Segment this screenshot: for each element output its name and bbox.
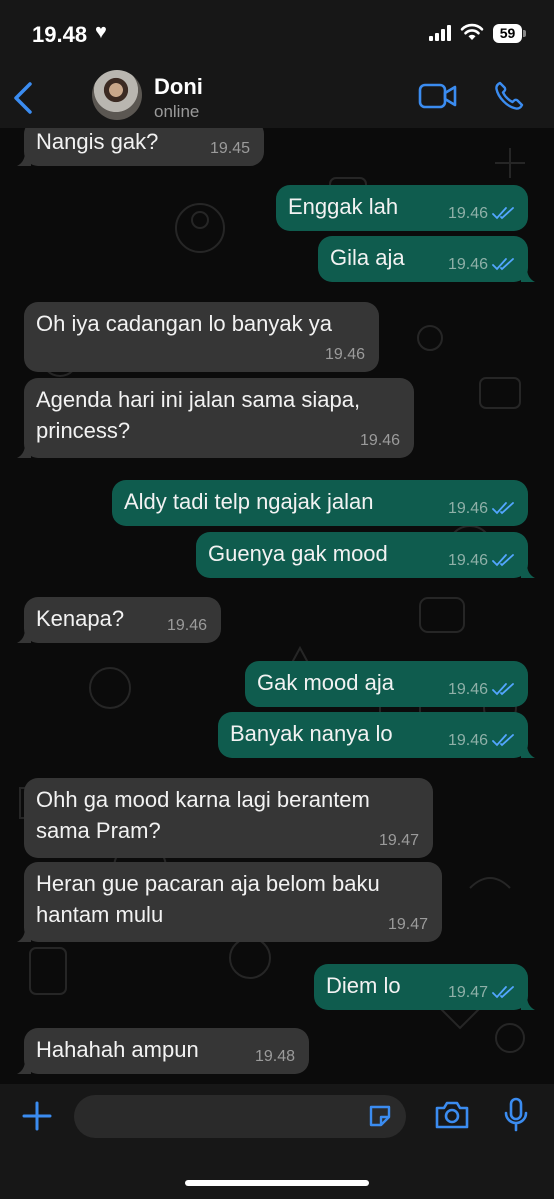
message-time: 19.46: [447, 500, 488, 517]
message-line: Guenya gak mood: [208, 541, 388, 566]
incoming-message[interactable]: Hahahah ampun 19.48: [17, 1028, 309, 1074]
message-text: Gila aja: [330, 242, 405, 273]
incoming-message[interactable]: Agenda hari ini jalan sama siapa, princes…: [17, 378, 414, 458]
message-line: Ohh ga mood karna lagi berantem: [36, 787, 370, 812]
contact-status: online: [154, 102, 200, 121]
bubble-tail: [17, 444, 31, 458]
message-text: Guenya gak mood: [208, 538, 388, 569]
outgoing-message[interactable]: Gila aja 19.46: [318, 236, 535, 282]
message-text: Gak mood aja: [257, 667, 394, 698]
message-line: Heran gue pacaran aja belom baku: [36, 871, 380, 896]
message-time: 19.47: [447, 984, 488, 1001]
status-bar: 19.48 ♥ 59: [0, 0, 554, 70]
double-check-icon: [492, 502, 514, 515]
phone-icon[interactable]: [493, 80, 525, 112]
message-time: 19.46: [324, 346, 365, 363]
message-line: Enggak lah: [288, 194, 399, 219]
message-time: 19.47: [378, 832, 419, 849]
incoming-message[interactable]: Ohh ga mood karna lagi berantem sama Pram…: [24, 778, 433, 858]
bubble-tail: [521, 268, 535, 282]
wifi-icon: [460, 23, 484, 40]
message-text: Kenapa?: [36, 603, 124, 634]
double-check-icon: [492, 734, 514, 747]
sticker-icon[interactable]: [367, 1103, 393, 1129]
message-text: Ohh ga mood karna lagi berantem sama Pram…: [36, 784, 370, 846]
message-line: Banyak nanya lo: [230, 721, 393, 746]
avatar[interactable]: [92, 70, 142, 120]
chevron-left-icon[interactable]: [10, 80, 38, 116]
message-time: 19.46: [447, 256, 488, 273]
outgoing-message[interactable]: Diem lo 19.47: [314, 964, 535, 1010]
bubble-tail: [521, 996, 535, 1010]
chat-header: Doni online: [0, 70, 554, 128]
home-indicator: [185, 1180, 369, 1186]
message-time: 19.46: [447, 552, 488, 569]
bubble-tail: [17, 1060, 31, 1074]
incoming-message[interactable]: Kenapa? 19.46: [17, 597, 221, 643]
signal-icon: [429, 25, 451, 41]
message-line: Kenapa?: [36, 606, 125, 631]
message-line: Hahahah ampun: [36, 1037, 199, 1062]
message-line: Diem lo: [326, 973, 401, 998]
message-text: Banyak nanya lo: [230, 718, 393, 749]
bubble-tail: [17, 152, 31, 166]
plus-icon[interactable]: [21, 1100, 53, 1132]
message-text: Nangis gak?: [36, 128, 158, 157]
incoming-message[interactable]: Oh iya cadangan lo banyak ya 19.46: [24, 302, 379, 372]
message-time: 19.46: [447, 205, 488, 222]
message-input[interactable]: [74, 1095, 406, 1138]
incoming-message[interactable]: Heran gue pacaran aja belom baku hantam m…: [17, 862, 442, 942]
status-time: 19.48: [32, 22, 88, 47]
outgoing-message[interactable]: Banyak nanya lo 19.46: [218, 712, 535, 758]
message-text: Heran gue pacaran aja belom baku hantam m…: [36, 868, 380, 930]
incoming-message[interactable]: Nangis gak? 19.45: [17, 128, 264, 166]
bubble-tail: [17, 629, 31, 643]
outgoing-message[interactable]: Aldy tadi telp ngajak jalan 19.46: [112, 480, 528, 526]
double-check-icon: [492, 258, 514, 271]
message-time: 19.46: [166, 617, 207, 634]
message-line: hantam mulu: [36, 902, 164, 927]
message-line: princess?: [36, 418, 131, 443]
message-text: Hahahah ampun: [36, 1034, 199, 1065]
message-time: 19.46: [359, 432, 400, 449]
bubble-tail: [17, 928, 31, 942]
outgoing-message[interactable]: Guenya gak mood 19.46: [196, 532, 535, 578]
contact-name[interactable]: Doni: [154, 74, 203, 100]
outgoing-message[interactable]: Enggak lah 19.46: [276, 185, 528, 231]
message-line: Nangis gak?: [36, 129, 159, 154]
message-time: 19.48: [254, 1048, 295, 1065]
message-time: 19.46: [447, 732, 488, 749]
message-text: Aldy tadi telp ngajak jalan: [124, 486, 374, 517]
message-text: Enggak lah: [288, 191, 398, 222]
message-text: Diem lo: [326, 970, 401, 1001]
message-time: 19.45: [209, 140, 250, 157]
message-line: Gila aja: [330, 245, 405, 270]
message-line: Aldy tadi telp ngajak jalan: [124, 489, 374, 514]
battery-indicator: 59: [493, 24, 522, 43]
message-text: Agenda hari ini jalan sama siapa, princes…: [36, 384, 360, 446]
message-text: Oh iya cadangan lo banyak ya: [36, 308, 332, 339]
microphone-icon[interactable]: [503, 1097, 529, 1133]
battery-tip: [523, 30, 526, 37]
bubble-tail: [521, 744, 535, 758]
double-check-icon: [492, 207, 514, 220]
message-line: sama Pram?: [36, 818, 161, 843]
message-line: Agenda hari ini jalan sama siapa,: [36, 387, 361, 412]
double-check-icon: [492, 986, 514, 999]
double-check-icon: [492, 683, 514, 696]
message-time: 19.46: [447, 681, 488, 698]
message-line: Oh iya cadangan lo banyak ya: [36, 311, 332, 336]
message-time: 19.47: [387, 916, 428, 933]
bubble-tail: [521, 564, 535, 578]
message-list[interactable]: Nangis gak? 19.45 Enggak lah 19.46 Gila aja 1…: [0, 128, 554, 1084]
camera-icon[interactable]: [434, 1100, 470, 1130]
outgoing-message[interactable]: Gak mood aja 19.46: [245, 661, 528, 707]
heart-icon: ♥: [95, 21, 107, 43]
video-camera-icon[interactable]: [418, 82, 458, 110]
double-check-icon: [492, 554, 514, 567]
message-line: Gak mood aja: [257, 670, 394, 695]
